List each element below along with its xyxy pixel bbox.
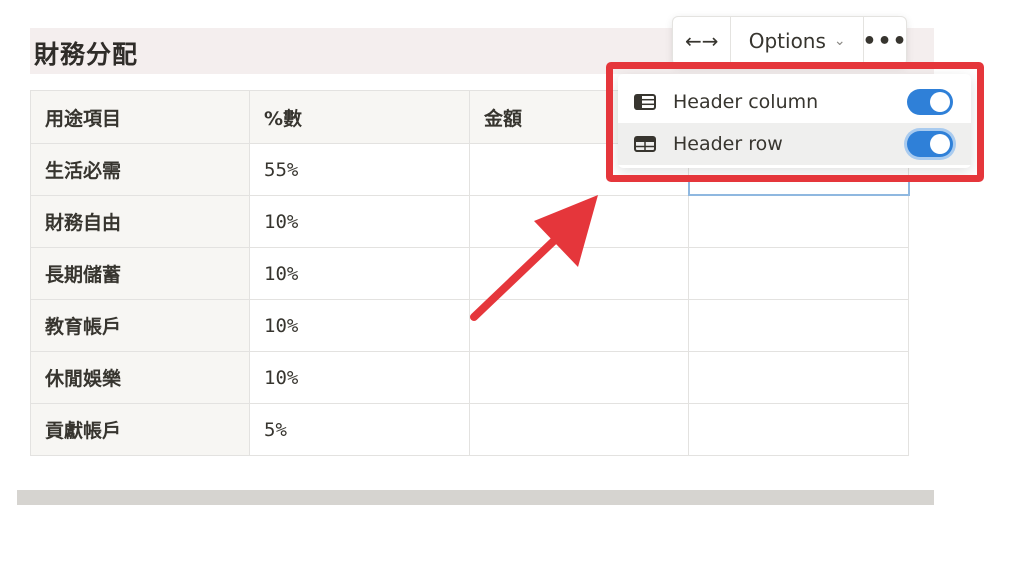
table-cell[interactable]: 10% <box>249 299 470 352</box>
table-cell[interactable]: 10% <box>249 351 470 404</box>
table-cell[interactable]: 5% <box>249 403 470 456</box>
table-cell[interactable] <box>469 351 689 404</box>
table-cell[interactable]: 10% <box>249 247 470 300</box>
horizontal-scrollbar[interactable] <box>17 490 934 505</box>
page-title[interactable]: 財務分配 <box>34 35 138 71</box>
highlight-frame <box>606 62 984 182</box>
table-cell[interactable] <box>688 247 909 300</box>
table-cell[interactable]: 生活必需 <box>30 143 250 196</box>
table-row: 休閒娛樂 10% <box>30 351 909 404</box>
table-cell[interactable]: 10% <box>249 195 470 248</box>
table-cell[interactable] <box>688 351 909 404</box>
table-cell[interactable]: 休閒娛樂 <box>30 351 250 404</box>
table-cell[interactable]: 長期儲蓄 <box>30 247 250 300</box>
table-cell[interactable]: 財務自由 <box>30 195 250 248</box>
annotation-arrow-icon <box>470 195 598 321</box>
options-label: Options <box>748 29 826 53</box>
chevron-down-icon: ⌄ <box>833 33 846 49</box>
table-cell[interactable]: 貢獻帳戶 <box>30 403 250 456</box>
table-cell[interactable] <box>688 195 909 248</box>
table-cell[interactable] <box>688 299 909 352</box>
table-cell[interactable] <box>688 403 909 456</box>
more-dots-icon: ••• <box>862 28 908 54</box>
table-row: 貢獻帳戶 5% <box>30 403 909 456</box>
options-button[interactable]: Options ⌄ <box>731 17 864 65</box>
table-cell[interactable] <box>469 403 689 456</box>
table-cell[interactable]: 教育帳戶 <box>30 299 250 352</box>
table-cell[interactable]: %數 <box>249 90 470 144</box>
table-cell[interactable]: 55% <box>249 143 470 196</box>
fit-width-button[interactable]: ←→ <box>673 17 732 65</box>
table-toolbar: ←→ Options ⌄ ••• <box>672 16 907 66</box>
horizontal-arrows-icon: ←→ <box>684 29 719 53</box>
more-button[interactable]: ••• <box>862 17 908 65</box>
table-cell[interactable]: 用途項目 <box>30 90 250 144</box>
